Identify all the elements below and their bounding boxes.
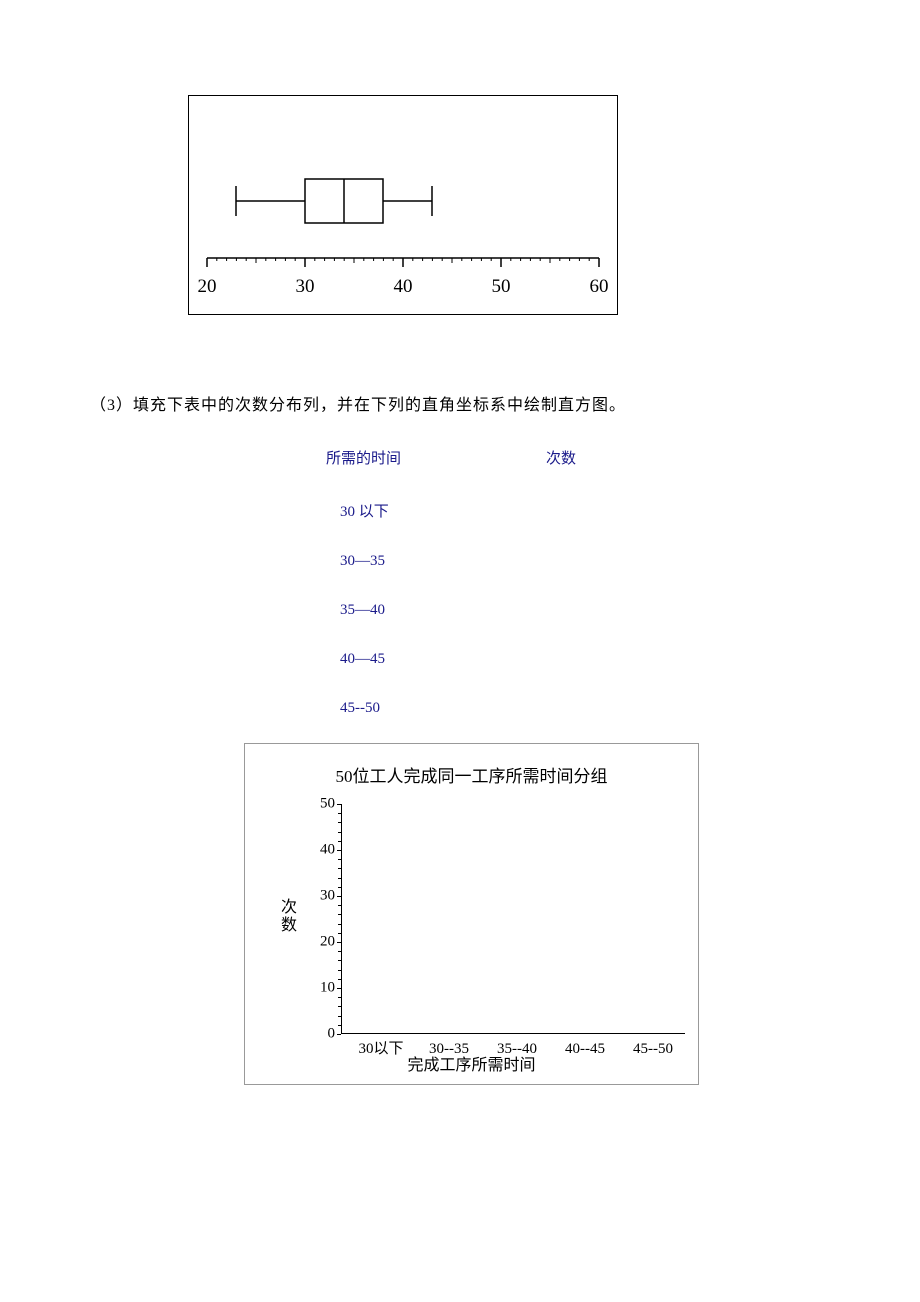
x-axis xyxy=(341,1033,685,1034)
table-header-count: 次数 xyxy=(546,447,576,468)
svg-text:30: 30 xyxy=(296,276,315,297)
table-row: 35—40 xyxy=(326,602,626,619)
histogram-ylabel: 次数 xyxy=(281,899,299,934)
y-tick-label: 10 xyxy=(301,980,335,997)
table-row: 30 以下 xyxy=(326,500,626,521)
histogram-plot-area: 0 10 20 30 40 50 30以下 30--35 xyxy=(341,804,685,1034)
svg-text:50: 50 xyxy=(492,276,511,297)
y-tick-label: 50 xyxy=(301,796,335,813)
y-tick-label: 0 xyxy=(301,1026,335,1043)
question-body: 填充下表中的次数分布列，并在下列的直角坐标系中绘制直方图。 xyxy=(133,397,626,414)
y-tick-label: 20 xyxy=(301,934,335,951)
table-row: 30—35 xyxy=(326,553,626,570)
svg-text:40: 40 xyxy=(394,276,413,297)
y-tick-label: 40 xyxy=(301,842,335,859)
table-header-time: 所需的时间 xyxy=(326,447,546,468)
svg-text:60: 60 xyxy=(590,276,609,297)
question-3-text: （3）填充下表中的次数分布列，并在下列的直角坐标系中绘制直方图。 xyxy=(90,391,626,415)
histogram-title: 50位工人完成同一工序所需时间分组 xyxy=(245,762,698,787)
y-tick-label: 30 xyxy=(301,888,335,905)
frequency-table: 所需的时间 次数 30 以下 30—35 35—40 40—45 45--50 xyxy=(326,447,626,749)
boxplot-svg: 20 30 40 50 60 xyxy=(189,96,619,316)
histogram-chart: 50位工人完成同一工序所需时间分组 次数 0 10 20 30 40 50 xyxy=(244,743,699,1085)
boxplot-chart: 20 30 40 50 60 xyxy=(188,95,618,315)
histogram-xlabel: 完成工序所需时间 xyxy=(245,1051,698,1075)
table-row: 45--50 xyxy=(326,700,626,717)
question-number: （3） xyxy=(90,397,133,414)
y-axis xyxy=(341,804,342,1034)
svg-text:20: 20 xyxy=(198,276,217,297)
table-row: 40—45 xyxy=(326,651,626,668)
